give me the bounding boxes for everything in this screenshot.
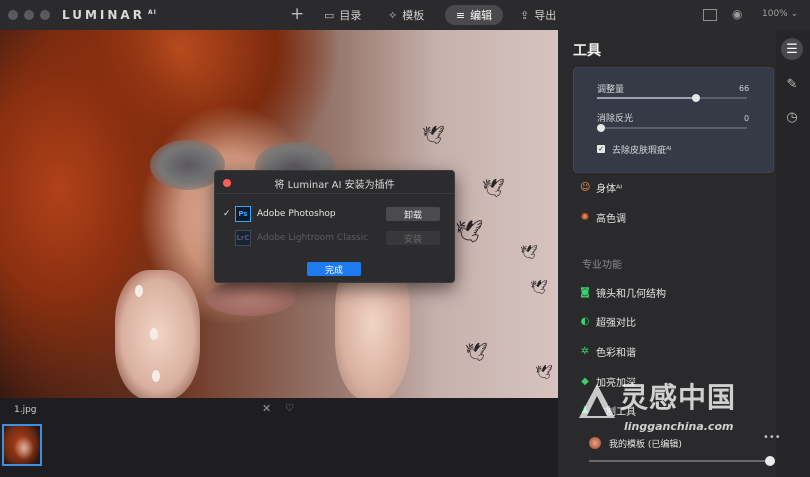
folder-icon: ▭ (324, 8, 335, 22)
nav-templates-button[interactable]: ✧ 模板 (388, 5, 424, 25)
sliders-icon: ≡ (455, 8, 466, 22)
fingernail (152, 370, 160, 382)
skin-defects-label: 去除皮肤瑕疵ᴬᴵ (612, 146, 672, 156)
contrast-icon: ◐ (580, 316, 590, 327)
slider-handle-shine[interactable] (597, 124, 605, 132)
window-zoom-button[interactable] (40, 10, 50, 20)
lightroom-icon: LrC (235, 230, 251, 246)
plugin-row-lightroom: LrC Adobe Lightroom Classic 安装 (223, 229, 448, 247)
bird-silhouette: 🕊 (535, 365, 553, 381)
dialog-title: 将 Luminar AI 安装为插件 (274, 180, 395, 191)
slider-fill-amount (597, 97, 696, 99)
bird-silhouette: 🕊 (422, 125, 445, 146)
nav-catalog-button[interactable]: ▭ 目录 (324, 5, 361, 25)
heart-icon[interactable]: ♡ (285, 403, 294, 414)
brush-icon[interactable]: ✎ (781, 73, 803, 95)
more-options-icon[interactable]: ••• (763, 432, 781, 443)
eye-icon[interactable]: ◉ (732, 7, 742, 21)
slider-track-shine[interactable] (597, 127, 747, 129)
photo-thumbnail[interactable] (2, 424, 42, 466)
zoom-level[interactable]: 100% ⌄ (762, 9, 798, 19)
template-amount-handle[interactable] (765, 456, 775, 466)
slider-label-shine: 消除反光 (597, 114, 634, 124)
template-avatar (589, 437, 601, 449)
fingernail (135, 285, 143, 297)
app-logo: LUMINAR AI (62, 8, 157, 22)
gear-icon: ✲ (580, 346, 590, 357)
close-icon[interactable]: ✕ (262, 402, 271, 415)
share-icon: ⇪ (520, 8, 530, 22)
sliders-icon[interactable]: ☰ (781, 38, 803, 60)
lips (205, 280, 295, 316)
uninstall-button[interactable]: 卸载 (386, 207, 440, 221)
fingernail (150, 328, 158, 340)
install-button[interactable]: 安装 (386, 231, 440, 245)
tool-supercontrast[interactable]: ◐ 超强对比 (580, 314, 636, 329)
bird-silhouette: 🕊 (465, 342, 488, 363)
slider-label-amount: 调整量 (597, 85, 625, 95)
tool-lens-geometry[interactable]: ◙ 镜头和几何结构 (580, 285, 666, 300)
plugin-row-photoshop: ✓ Ps Adobe Photoshop 卸载 (223, 205, 448, 223)
filmstrip (0, 398, 558, 477)
body-icon: ☺ (580, 182, 591, 193)
check-icon: ✓ (223, 209, 231, 219)
window-close-button[interactable] (8, 10, 18, 20)
watermark-logo (579, 384, 615, 418)
slider-value-amount: 66 (739, 84, 750, 93)
filename-label: 1.jpg (14, 405, 37, 415)
side-toolbar (776, 30, 810, 477)
tool-high-key[interactable]: ✺ 高色调 (580, 210, 626, 225)
watermark-url: lingganchina.com (624, 420, 734, 433)
template-amount-slider[interactable] (589, 460, 769, 462)
watermark-text: 灵感中国 (620, 381, 737, 414)
history-clock-icon[interactable]: ◷ (781, 106, 803, 128)
divider (215, 193, 454, 194)
tool-body[interactable]: ☺ 身体ᴬᴵ (580, 180, 622, 195)
done-button[interactable]: 完成 (307, 262, 361, 276)
bird-silhouette: 🕊 (482, 178, 505, 199)
slider-value-shine: 0 (744, 114, 750, 123)
plus-icon[interactable]: + (290, 4, 304, 24)
skin-defects-checkbox[interactable]: ✓ (597, 145, 605, 153)
panel-title: 工具 (573, 43, 601, 59)
slider-handle-amount[interactable] (692, 94, 700, 102)
magic-wand-icon: ✧ (388, 8, 398, 22)
camera-icon: ◙ (580, 287, 590, 298)
pro-section-header: 专业功能 (582, 260, 622, 271)
nav-export-button[interactable]: ⇪ 导出 (520, 5, 556, 25)
template-name: 我的模板 (已编辑) (609, 440, 682, 450)
nav-edit-button[interactable]: ≡ 编辑 (445, 5, 503, 25)
bird-silhouette: 🕊 (530, 280, 548, 296)
plugin-name: Adobe Photoshop (257, 209, 336, 219)
photoshop-icon: Ps (235, 206, 251, 222)
window-minimize-button[interactable] (24, 10, 34, 20)
tool-color-harmony[interactable]: ✲ 色彩和谐 (580, 344, 636, 359)
compare-icon[interactable] (703, 9, 717, 21)
plugin-name: Adobe Lightroom Classic (257, 233, 369, 243)
sun-icon: ✺ (580, 212, 590, 223)
install-plugin-dialog: 将 Luminar AI 安装为插件 ✓ Ps Adobe Photoshop … (214, 170, 455, 283)
bird-silhouette: 🕊 (455, 220, 483, 245)
bird-silhouette: 🕊 (520, 245, 538, 261)
